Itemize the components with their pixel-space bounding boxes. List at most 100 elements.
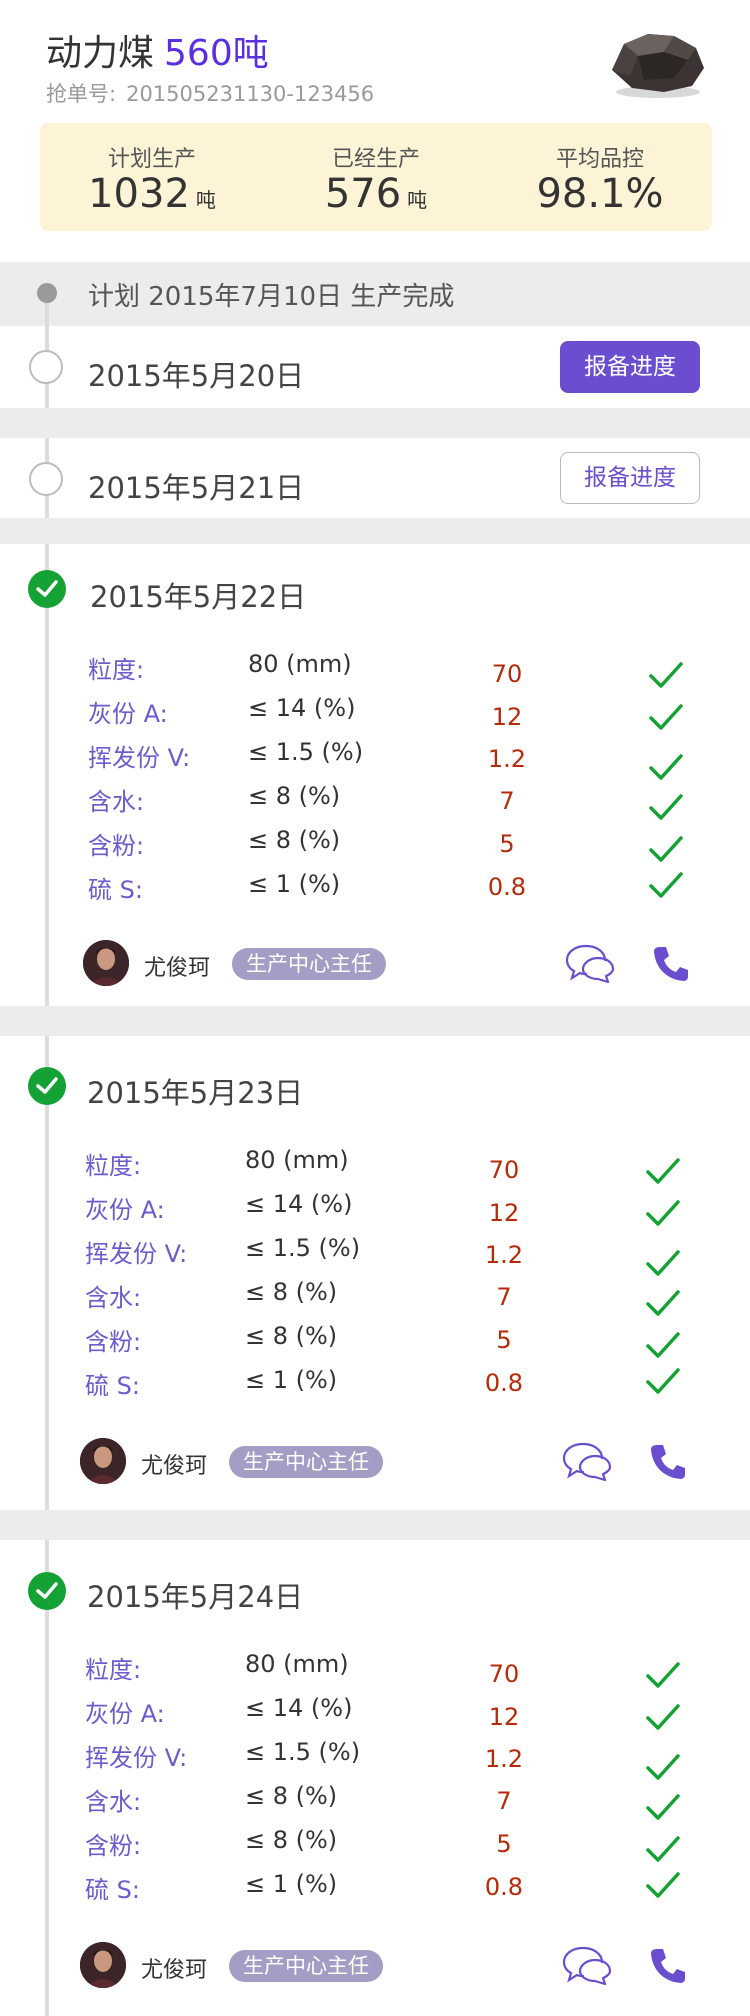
chat-bubbles-icon[interactable]	[561, 1440, 613, 1482]
spec-label: 粒度:	[85, 1152, 142, 1180]
plan-completion-text: 计划 2015年7月10日 生产完成	[88, 282, 455, 312]
stat-planned: 计划生产 1032 吨	[40, 123, 264, 231]
spec-standard: 80 (mm)	[245, 1650, 349, 1678]
spec-standard: ≤ 8 (%)	[248, 782, 341, 810]
spec-value: 12	[488, 1199, 520, 1227]
checkmark-icon	[649, 836, 683, 862]
stat-value: 576 吨	[264, 171, 488, 217]
spec-label: 灰份 A:	[85, 1196, 165, 1224]
section-divider	[0, 518, 750, 544]
spec-value: 7	[496, 1787, 512, 1815]
person-name: 尤俊珂	[141, 1454, 208, 1479]
spec-label: 挥发份 V:	[88, 744, 191, 772]
stat-number: 1032	[88, 171, 190, 217]
spec-label: 灰份 A:	[88, 700, 168, 728]
checkmark-icon	[646, 1368, 680, 1394]
chat-bubbles-icon[interactable]	[561, 1944, 613, 1986]
checkmark-icon	[646, 1872, 680, 1898]
person-name: 尤俊珂	[141, 1958, 208, 1983]
stat-produced: 已经生产 576 吨	[264, 123, 488, 231]
phone-icon[interactable]	[651, 944, 691, 984]
spec-value: 1.2	[487, 745, 527, 773]
stat-quality: 平均品控 98.1%	[488, 123, 712, 231]
spec-label: 硫 S:	[85, 1372, 140, 1400]
pending-circle-icon	[29, 350, 63, 384]
order-header: 动力煤 560吨 抢单号: 201505231130-123456 计划生产 103…	[0, 0, 750, 262]
timeline-line	[45, 290, 49, 2016]
stat-label: 平均品控	[555, 147, 644, 172]
spec-label: 含粉:	[88, 832, 145, 860]
check-circle-icon	[28, 1067, 66, 1105]
checkmark-icon	[646, 1794, 680, 1820]
stat-value: 98.1%	[488, 171, 712, 217]
checkmark-icon	[649, 704, 683, 730]
order-amount: 560吨	[164, 33, 269, 74]
spec-standard: ≤ 1 (%)	[245, 1366, 338, 1394]
spec-label: 挥发份 V:	[85, 1240, 188, 1268]
phone-icon[interactable]	[648, 1442, 688, 1482]
spec-value: 7	[499, 787, 515, 815]
avatar	[80, 1942, 126, 1988]
spec-label: 含水:	[85, 1284, 142, 1312]
role-tag: 生产中心主任	[229, 1446, 383, 1478]
spec-value: 12	[488, 1703, 520, 1731]
role-tag: 生产中心主任	[232, 948, 386, 980]
spec-standard: 80 (mm)	[248, 650, 352, 678]
stat-label: 已经生产	[331, 147, 420, 172]
spec-standard: ≤ 1.5 (%)	[245, 1738, 361, 1766]
role-tag: 生产中心主任	[229, 1950, 383, 1982]
record-date: 2015年5月24日	[87, 1580, 304, 1614]
spec-label: 粒度:	[88, 656, 145, 684]
spec-value: 70	[491, 660, 523, 688]
checkmark-icon	[646, 1290, 680, 1316]
spec-value: 0.8	[484, 1873, 524, 1901]
spec-value: 5	[499, 830, 515, 858]
record-date: 2015年5月23日	[87, 1076, 304, 1110]
checkmark-icon	[646, 1662, 680, 1688]
spec-standard: ≤ 8 (%)	[248, 826, 341, 854]
production-stats: 计划生产 1032 吨 已经生产 576 吨 平均品控 98.1%	[40, 123, 712, 231]
spec-label: 含水:	[88, 788, 145, 816]
chat-bubbles-icon[interactable]	[564, 942, 616, 984]
section-divider	[0, 408, 750, 438]
spec-standard: ≤ 1 (%)	[245, 1870, 338, 1898]
plan-dot	[37, 283, 57, 303]
spec-label: 含粉:	[85, 1832, 142, 1860]
section-divider	[0, 1510, 750, 1540]
pending-circle-icon	[29, 462, 63, 496]
checkmark-icon	[646, 1250, 680, 1276]
spec-standard: ≤ 8 (%)	[245, 1782, 338, 1810]
check-circle-icon	[28, 1572, 66, 1610]
checkmark-icon	[649, 754, 683, 780]
checkmark-icon	[646, 1158, 680, 1184]
spec-label: 灰份 A:	[85, 1700, 165, 1728]
checkmark-icon	[649, 662, 683, 688]
spec-label: 含水:	[85, 1788, 142, 1816]
coal-image	[612, 34, 704, 98]
checkmark-icon	[646, 1332, 680, 1358]
spec-standard: ≤ 1 (%)	[248, 870, 341, 898]
spec-value: 0.8	[487, 873, 527, 901]
order-number-line: 抢单号: 201505231130-123456	[46, 78, 374, 108]
phone-icon[interactable]	[648, 1946, 688, 1986]
spec-standard: ≤ 14 (%)	[245, 1190, 353, 1218]
spec-standard: ≤ 8 (%)	[245, 1322, 338, 1350]
avatar	[80, 1438, 126, 1484]
spec-standard: ≤ 1.5 (%)	[245, 1234, 361, 1262]
product-name: 动力煤	[46, 33, 155, 74]
report-progress-button[interactable]: 报备进度	[560, 452, 700, 504]
report-progress-button[interactable]: 报备进度	[560, 341, 700, 393]
order-number: 201505231130-123456	[126, 82, 375, 106]
spec-standard: ≤ 8 (%)	[245, 1278, 338, 1306]
checkmark-icon	[646, 1200, 680, 1226]
spec-standard: ≤ 14 (%)	[248, 694, 356, 722]
stat-label: 计划生产	[107, 147, 196, 172]
spec-value: 12	[491, 703, 523, 731]
stat-number: 576	[324, 171, 402, 217]
checkmark-icon	[649, 872, 683, 898]
spec-standard: 80 (mm)	[245, 1146, 349, 1174]
spec-value: 5	[496, 1326, 512, 1354]
checkmark-icon	[646, 1754, 680, 1780]
spec-value: 1.2	[484, 1241, 524, 1269]
spec-value: 7	[496, 1283, 512, 1311]
